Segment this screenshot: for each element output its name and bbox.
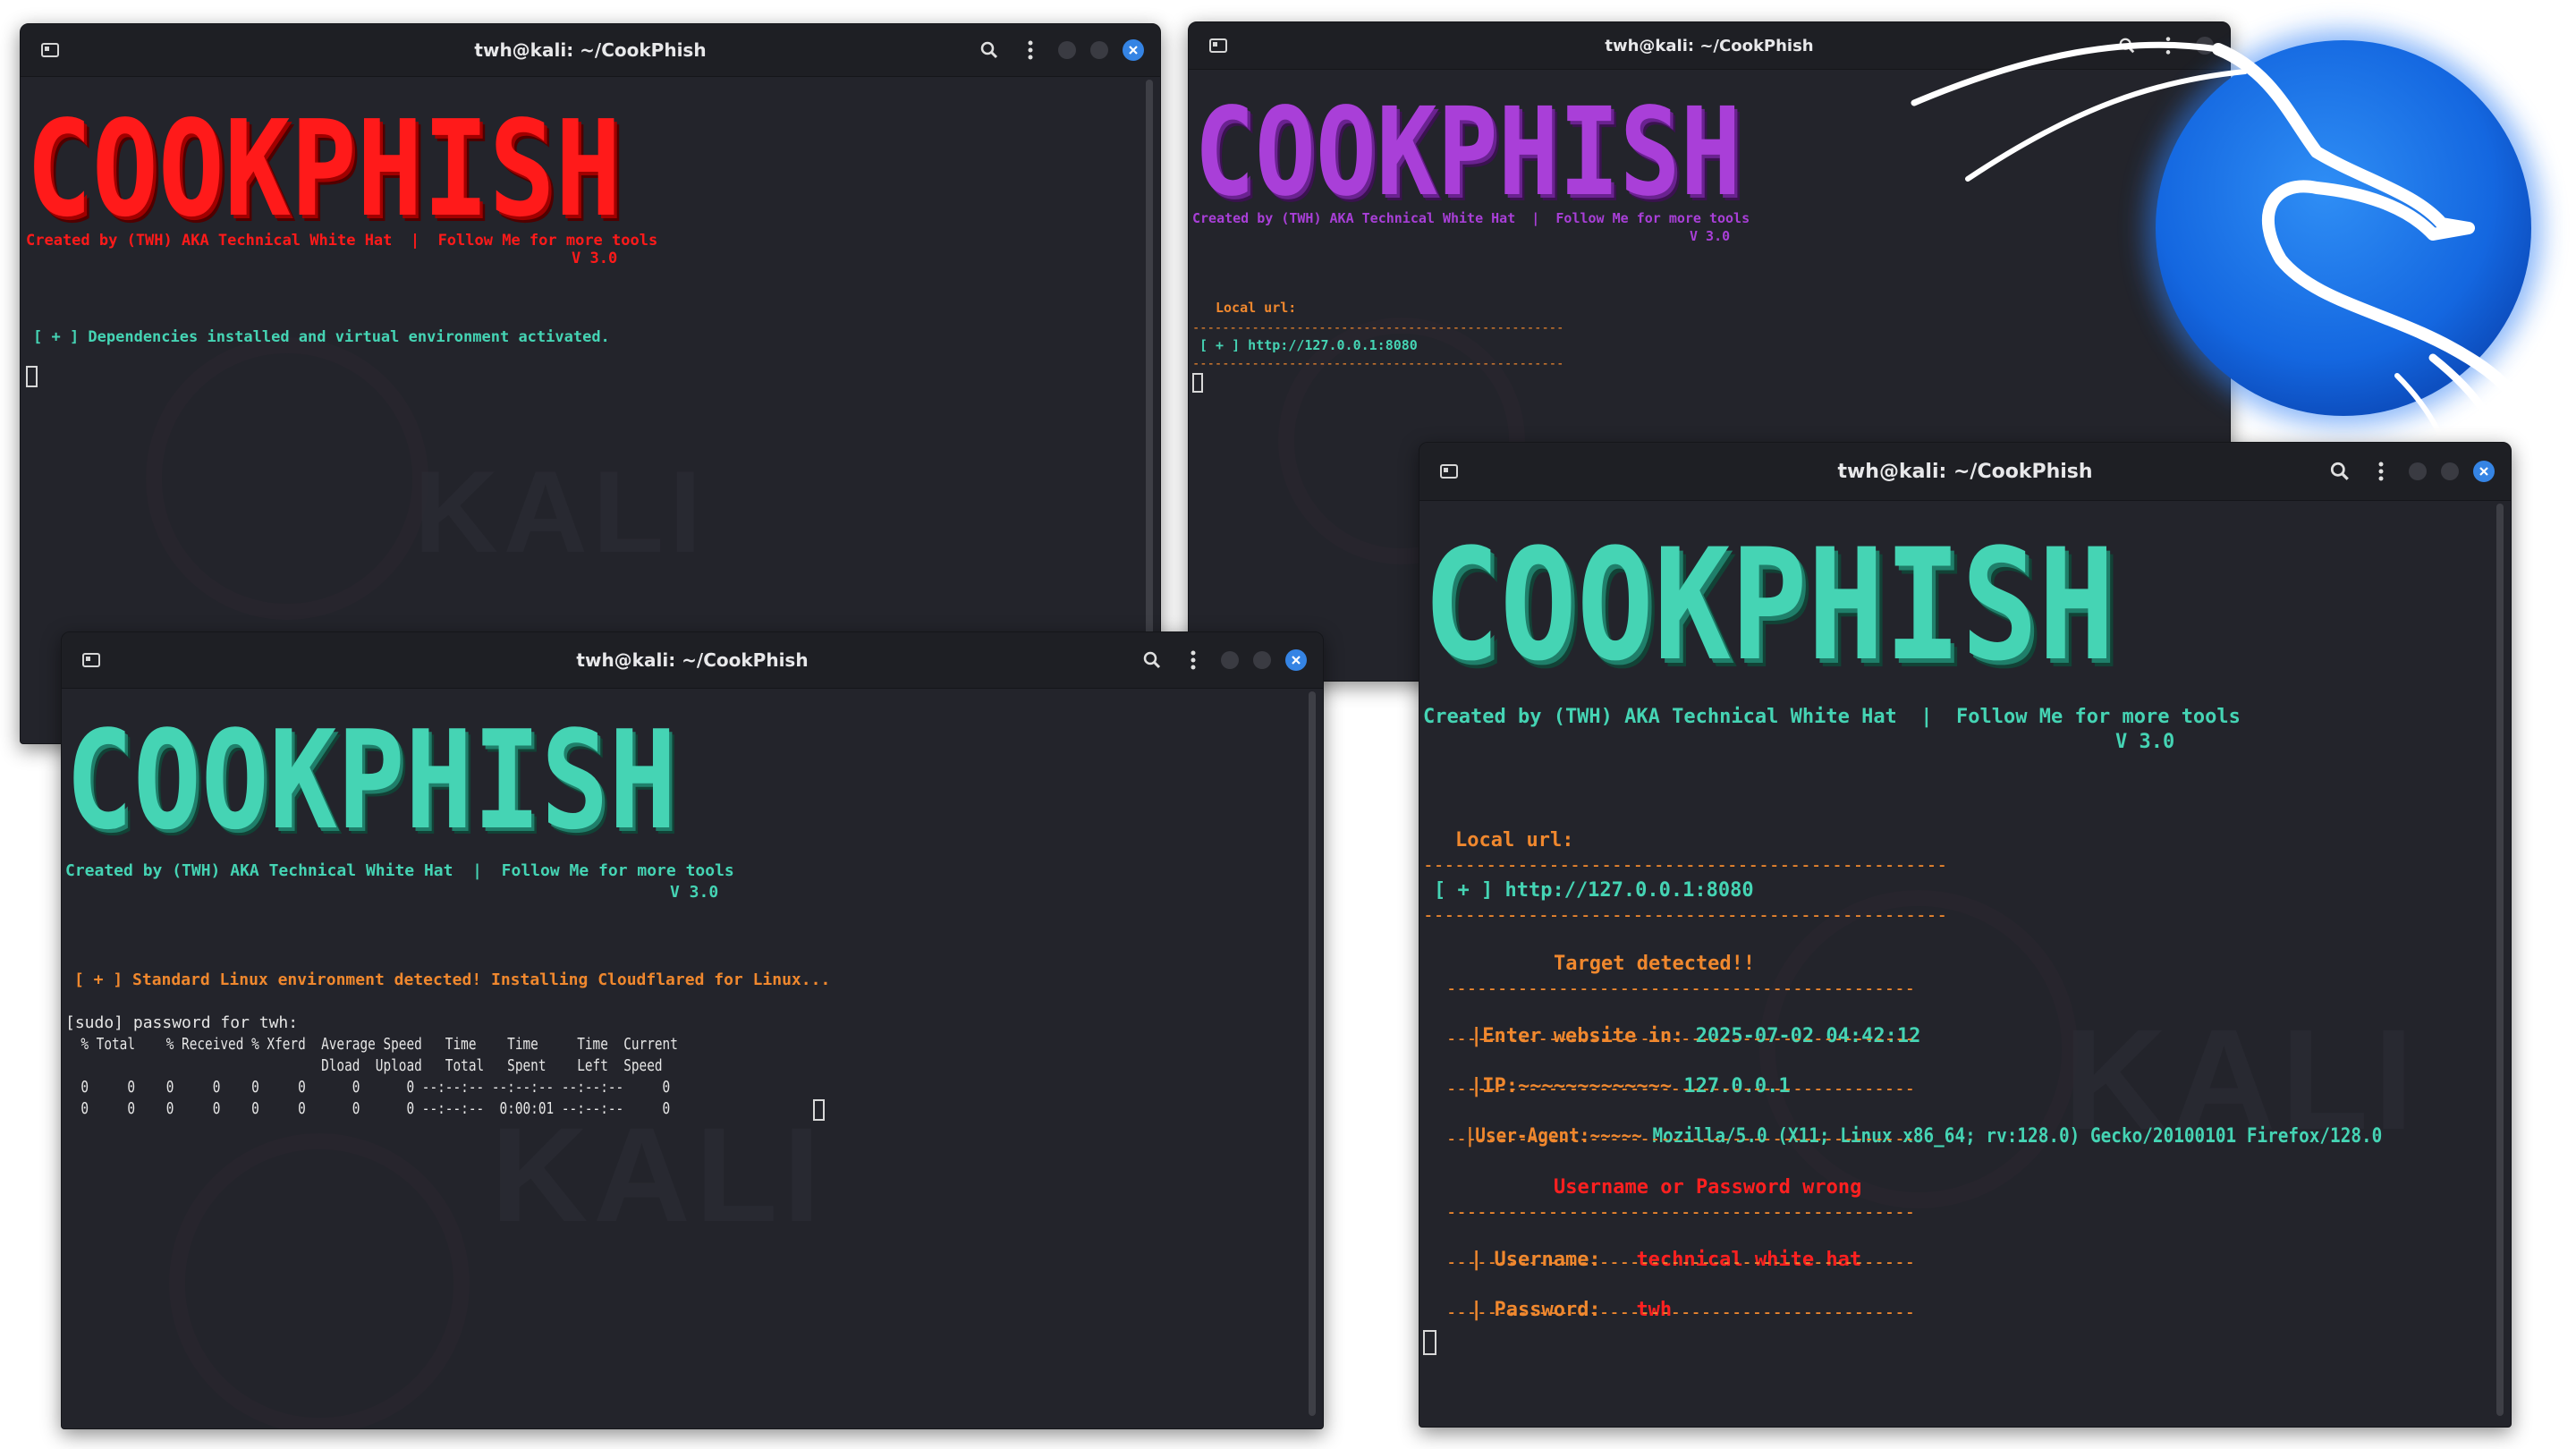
maximize-icon[interactable] — [1090, 41, 1108, 59]
separator: ----------------------------------------… — [1423, 854, 1948, 877]
version-label: V 3.0 — [1690, 228, 1731, 244]
separator: ----------------------------------------… — [1423, 904, 1948, 927]
window-title: twh@kali: ~/CookPhish — [576, 649, 809, 671]
app-banner: COOKPHISH — [1194, 82, 1741, 224]
text-cursor — [1192, 373, 1203, 393]
close-icon[interactable] — [1123, 39, 1144, 61]
app-banner: COOKPHISH — [26, 92, 622, 246]
kali-watermark: KALI — [414, 446, 708, 577]
status-message: [ + ] Dependencies installed and virtual… — [33, 328, 610, 346]
local-url-label: Local url: — [1216, 300, 1297, 316]
search-icon[interactable] — [976, 37, 1003, 64]
credit-line: Created by (TWH) AKA Technical White Hat… — [1192, 210, 1750, 226]
terminal-window-credentials[interactable]: twh@kali: ~/CookPhish KALI COOKPHISH Cre… — [1419, 442, 2512, 1428]
version-label: V 3.0 — [670, 883, 719, 902]
titlebar[interactable]: twh@kali: ~/CookPhish — [62, 632, 1323, 689]
kali-watermark-circle — [146, 337, 428, 620]
local-url-label: Local url: — [1455, 829, 1574, 852]
credit-line: Created by (TWH) AKA Technical White Hat… — [65, 861, 734, 880]
terminal-tab-icon[interactable] — [1205, 32, 1232, 59]
close-icon[interactable] — [2473, 461, 2495, 482]
text-cursor — [26, 366, 38, 387]
version-label: V 3.0 — [572, 250, 618, 267]
close-icon[interactable] — [1285, 649, 1307, 671]
titlebar[interactable]: twh@kali: ~/CookPhish — [21, 24, 1160, 77]
kebab-menu-icon[interactable] — [2368, 458, 2394, 485]
app-banner: COOKPHISH — [1423, 515, 2115, 695]
minimize-icon[interactable] — [1058, 41, 1076, 59]
separator: ----------------------------------------… — [1446, 1078, 1915, 1100]
status-message: [ + ] Standard Linux environment detecte… — [74, 970, 831, 989]
terminal-tab-icon[interactable] — [37, 37, 64, 64]
terminal-tab-icon[interactable] — [78, 647, 105, 674]
minimize-icon[interactable] — [1221, 651, 1239, 669]
kebab-menu-icon[interactable] — [1017, 37, 1044, 64]
target-detected-label: Target detected!! — [1554, 953, 1756, 975]
window-title: twh@kali: ~/CookPhish — [1837, 460, 2093, 483]
credit-line: Created by (TWH) AKA Technical White Hat… — [1423, 706, 2241, 728]
separator: ----------------------------------------… — [1446, 1251, 1915, 1274]
separator: ----------------------------------------… — [1446, 1301, 1915, 1324]
kebab-menu-icon[interactable] — [1180, 647, 1207, 674]
maximize-icon[interactable] — [2441, 462, 2459, 480]
app-banner: COOKPHISH — [65, 701, 677, 860]
terminal-tab-icon[interactable] — [1436, 458, 1462, 485]
maximize-icon[interactable] — [1253, 651, 1271, 669]
separator: ----------------------------------------… — [1192, 319, 1564, 335]
curl-progress-row: 0 0 0 0 0 0 0 0 --:--:-- 0:00:01 --:--:-… — [65, 1099, 671, 1118]
separator: ----------------------------------------… — [1446, 978, 1915, 1000]
separator: ----------------------------------------… — [1446, 1028, 1915, 1050]
minimize-icon[interactable] — [2409, 462, 2427, 480]
sudo-prompt: [sudo] password for twh: — [65, 1013, 299, 1032]
local-url-line: [ + ] http://127.0.0.1:8080 — [1199, 337, 1418, 353]
kali-watermark-circle — [169, 1133, 470, 1428]
scrollbar[interactable] — [1309, 691, 1316, 1416]
curl-header: Dload Upload Total Spent Left Speed — [65, 1056, 663, 1075]
window-title: twh@kali: ~/CookPhish — [474, 39, 707, 61]
version-label: V 3.0 — [2115, 731, 2175, 753]
search-icon[interactable] — [1139, 647, 1165, 674]
search-icon[interactable] — [2326, 458, 2353, 485]
curl-header: % Total % Received % Xferd Average Speed… — [65, 1035, 678, 1054]
text-cursor — [1423, 1330, 1436, 1355]
scrollbar[interactable] — [2496, 504, 2504, 1416]
kali-watermark: KALI — [491, 1099, 826, 1250]
text-cursor — [813, 1099, 825, 1121]
credit-line: Created by (TWH) AKA Technical White Hat… — [26, 232, 658, 250]
window-title: twh@kali: ~/CookPhish — [1605, 36, 1814, 55]
curl-progress-row: 0 0 0 0 0 0 0 0 --:--:-- --:--:-- --:--:… — [65, 1078, 671, 1097]
titlebar[interactable]: twh@kali: ~/CookPhish — [1419, 443, 2511, 501]
separator: ----------------------------------------… — [1192, 355, 1564, 371]
terminal-window-cloudflared[interactable]: twh@kali: ~/CookPhish KALI COOKPHISH Cre… — [61, 631, 1324, 1429]
local-url-line: [ + ] http://127.0.0.1:8080 — [1434, 879, 1754, 902]
login-error-message: Username or Password wrong — [1554, 1176, 1862, 1199]
separator: ----------------------------------------… — [1446, 1201, 1915, 1224]
separator: ----------------------------------------… — [1446, 1128, 1915, 1150]
